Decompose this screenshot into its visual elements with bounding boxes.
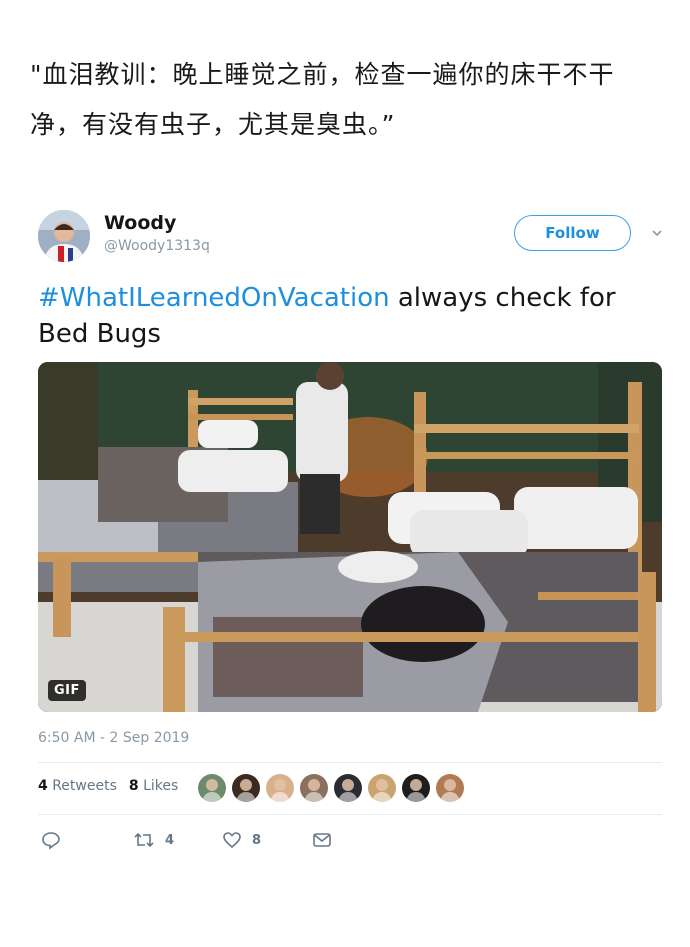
liker-avatar[interactable] <box>198 774 226 802</box>
hashtag-link[interactable]: #WhatILearnedOnVacation <box>38 283 390 313</box>
like-button[interactable]: 8 <box>222 830 261 850</box>
follow-button[interactable]: Follow <box>514 215 631 251</box>
avatar[interactable] <box>38 210 90 262</box>
avatar-image <box>38 210 90 262</box>
liker-avatar[interactable] <box>334 774 362 802</box>
likes-stat[interactable]: 8 Likes <box>129 778 178 794</box>
tweet-timestamp[interactable]: 6:50 AM - 2 Sep 2019 <box>38 730 189 746</box>
message-icon <box>313 833 331 847</box>
liker-avatar[interactable] <box>368 774 396 802</box>
quote-text: "血泪教训：晚上睡觉之前，检查一遍你的床干不干净，有没有虫子，尤其是臭虫。” <box>30 60 615 139</box>
retweets-stat[interactable]: 4 Retweets <box>38 778 117 794</box>
message-button[interactable] <box>312 830 332 850</box>
tweet-stats: 4 Retweets 8 Likes <box>38 778 178 794</box>
tweet-media-gif[interactable]: GIF <box>38 362 662 712</box>
chevron-down-icon[interactable] <box>650 226 664 240</box>
liker-avatar[interactable] <box>436 774 464 802</box>
bedroom-scene <box>38 362 662 712</box>
retweet-count: 4 <box>165 832 175 848</box>
divider <box>38 762 662 763</box>
user-handle[interactable]: @Woody1313q <box>104 238 210 254</box>
divider <box>38 814 662 815</box>
liker-avatar[interactable] <box>266 774 294 802</box>
tweet-text: #WhatILearnedOnVacation always check for… <box>38 280 662 352</box>
liker-avatars <box>198 774 464 802</box>
reply-icon <box>42 832 60 850</box>
liker-avatar[interactable] <box>300 774 328 802</box>
user-name[interactable]: Woody <box>104 212 176 234</box>
reply-button[interactable] <box>41 830 61 850</box>
gif-badge: GIF <box>48 680 86 701</box>
retweet-button[interactable]: 4 <box>133 830 174 850</box>
heart-icon <box>223 832 241 849</box>
like-count: 8 <box>252 832 262 848</box>
tweet-actions: 4 8 <box>38 830 438 860</box>
retweet-icon <box>134 832 154 848</box>
liker-avatar[interactable] <box>232 774 260 802</box>
liker-avatar[interactable] <box>402 774 430 802</box>
